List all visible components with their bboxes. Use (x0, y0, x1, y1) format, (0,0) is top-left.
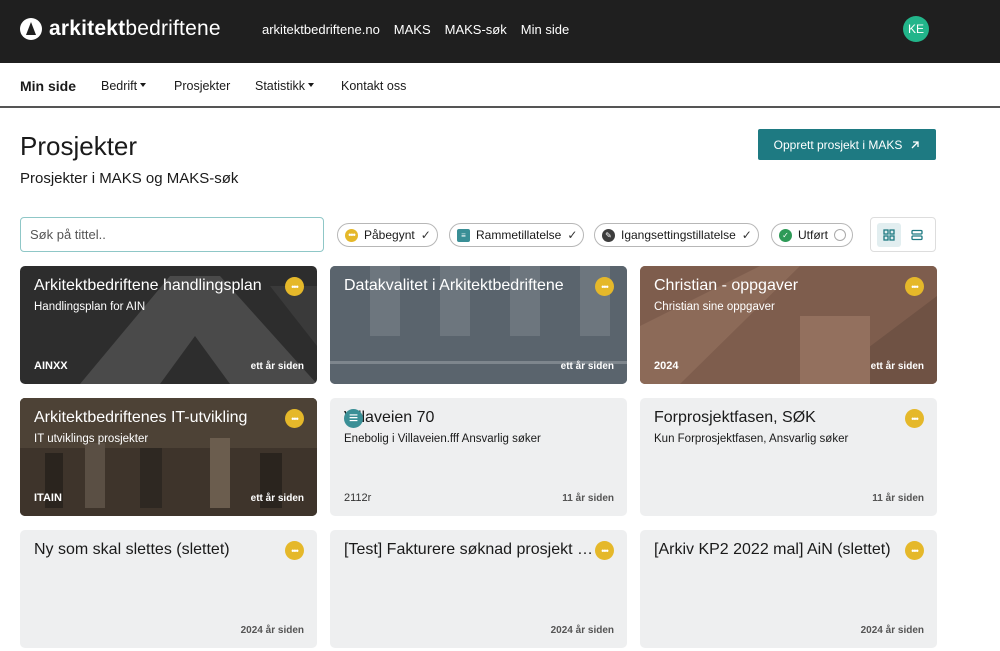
status-pabegynt-icon: ••• (595, 277, 614, 296)
check-circle-icon: ✓ (779, 228, 792, 242)
search-input[interactable] (20, 217, 324, 252)
list-view-button[interactable] (905, 223, 929, 247)
avatar[interactable]: KE (903, 16, 929, 42)
card-updated: 11 år siden (562, 493, 614, 504)
top-link-maks-sok[interactable]: MAKS-søk (445, 22, 507, 37)
grid-view-button[interactable] (877, 222, 901, 247)
filter-igangsettingstillatelse-label: Igangsettingstillatelse (621, 228, 736, 242)
card-updated: 2024 år siden (550, 625, 614, 636)
page-subtitle: Prosjekter i MAKS og MAKS-søk (20, 170, 239, 187)
subnav-item-kontakt[interactable]: Kontakt oss (341, 79, 406, 93)
card-updated: ett år siden (870, 361, 924, 372)
caret-down-icon (308, 82, 315, 87)
status-pabegynt-icon: ••• (595, 541, 614, 560)
project-card[interactable]: Datakvalitet i Arkitektbedriftene ett år… (330, 266, 627, 384)
card-title: Arkitektbedriftenes IT-utvikling (34, 409, 248, 426)
card-title: Arkitektbedriftene handlingsplan (34, 277, 262, 294)
card-updated: ett år siden (250, 361, 304, 372)
logo-bold-text: arkitekt (49, 17, 126, 40)
card-title: Ny som skal slettes (slettet) (34, 541, 230, 558)
filter-igangsettingstillatelse[interactable]: ✎ Igangsettingstillatelse ✓ (594, 223, 759, 247)
filter-utfort-label: Utført (798, 228, 828, 242)
subnav-item-prosjekter[interactable]: Prosjekter (174, 79, 230, 93)
status-pabegynt-icon: ••• (285, 409, 304, 428)
project-card[interactable]: [Test] Fakturere søknad prosjekt (slette… (330, 530, 627, 648)
card-subtitle: Christian sine oppgaver (654, 301, 775, 313)
clipboard-icon: ≡ (457, 228, 470, 242)
arrow-up-right-icon (911, 140, 920, 148)
subnav-item-min-side[interactable]: Min side (20, 78, 76, 94)
card-updated: 11 år siden (872, 493, 924, 504)
card-title: Christian - oppgaver (654, 277, 799, 294)
project-card[interactable]: Forprosjektfasen, SØK Kun Forprosjektfas… (640, 398, 937, 516)
status-pabegynt-icon: ••• (285, 277, 304, 296)
card-updated: 2024 år siden (860, 625, 924, 636)
check-icon: ✓ (567, 228, 578, 242)
filter-rammetillatelse-label: Rammetillatelse (476, 228, 562, 242)
sub-nav: Min side Bedrift Prosjekter Statistikk K… (0, 63, 1000, 108)
subnav-item-bedrift-label: Bedrift (101, 79, 138, 93)
card-subtitle: Kun Forprosjektfasen, Ansvarlig søker (654, 433, 849, 445)
logo-light-text: bedriftene (125, 17, 221, 40)
card-code: 2112r (344, 492, 372, 504)
check-icon: ✓ (420, 228, 431, 242)
top-link-arkitektbedriftene[interactable]: arkitektbedriftene.no (262, 22, 380, 37)
subnav-item-bedrift[interactable]: Bedrift (101, 79, 147, 93)
create-project-button[interactable]: Opprett prosjekt i MAKS (758, 129, 936, 160)
top-links: arkitektbedriftene.no MAKS MAKS-søk Min … (262, 22, 569, 37)
list-icon (911, 229, 923, 240)
filter-rammetillatelse[interactable]: ≡ Rammetillatelse ✓ (449, 223, 585, 247)
logo[interactable]: arkitektbedriftene (20, 17, 221, 41)
card-title: Forprosjektfasen, SØK (654, 409, 816, 426)
project-card[interactable]: Christian - oppgaver Christian sine oppg… (640, 266, 937, 384)
view-toggle (870, 217, 936, 252)
card-title: Datakvalitet i Arkitektbedriftene (344, 277, 564, 294)
page-title: Prosjekter (20, 131, 138, 161)
status-pabegynt-icon: ••• (905, 409, 924, 428)
project-card[interactable]: Arkitektbedriftenes IT-utvikling IT utvi… (20, 398, 317, 516)
caret-down-icon (140, 82, 147, 87)
card-updated: ett år siden (250, 493, 304, 504)
card-title: [Arkiv KP2 2022 mal] AiN (slettet) (654, 541, 891, 558)
wrench-icon: ✎ (602, 228, 615, 242)
filter-utfort[interactable]: ✓ Utført (771, 223, 853, 247)
card-code: ITAIN (34, 492, 62, 504)
card-subtitle: IT utviklings prosjekter (34, 433, 149, 445)
status-rammetillatelse-icon: ≡ (344, 409, 363, 428)
check-icon: ✓ (741, 228, 752, 242)
subnav-item-statistikk-label: Statistikk (255, 79, 306, 93)
project-card[interactable]: Ny som skal slettes (slettet) 2024 år si… (20, 530, 317, 648)
project-card[interactable]: [Arkiv KP2 2022 mal] AiN (slettet) 2024 … (640, 530, 937, 648)
filter-pabegynt[interactable]: ••• Påbegynt ✓ (337, 223, 438, 247)
unchecked-circle-icon (834, 229, 846, 241)
card-subtitle: Handlingsplan for AIN (34, 301, 146, 313)
dots-icon: ••• (345, 228, 358, 242)
card-title: [Test] Fakturere søknad prosjekt (slette… (344, 541, 594, 558)
project-card[interactable]: Arkitektbedriftene handlingsplan Handlin… (20, 266, 317, 384)
top-link-min-side[interactable]: Min side (521, 22, 569, 37)
top-link-maks[interactable]: MAKS (394, 22, 431, 37)
card-code: 2024 (654, 360, 679, 372)
project-card[interactable]: Villaveien 70 Enebolig i Villaveien.fff … (330, 398, 627, 516)
subnav-item-statistikk[interactable]: Statistikk (255, 79, 315, 93)
card-updated: 2024 år siden (240, 625, 304, 636)
status-pabegynt-icon: ••• (905, 277, 924, 296)
filter-pabegynt-label: Påbegynt (364, 228, 415, 242)
create-project-label: Opprett prosjekt i MAKS (773, 137, 903, 152)
top-bar: arkitektbedriftene arkitektbedriftene.no… (0, 0, 1000, 63)
card-subtitle: Enebolig i Villaveien.fff Ansvarlig søke… (344, 433, 541, 445)
card-code: AINXX (34, 360, 68, 372)
status-pabegynt-icon: ••• (905, 541, 924, 560)
grid-icon (883, 228, 895, 241)
card-updated: ett år siden (560, 361, 614, 372)
status-pabegynt-icon: ••• (285, 541, 304, 560)
logo-icon (20, 18, 42, 40)
